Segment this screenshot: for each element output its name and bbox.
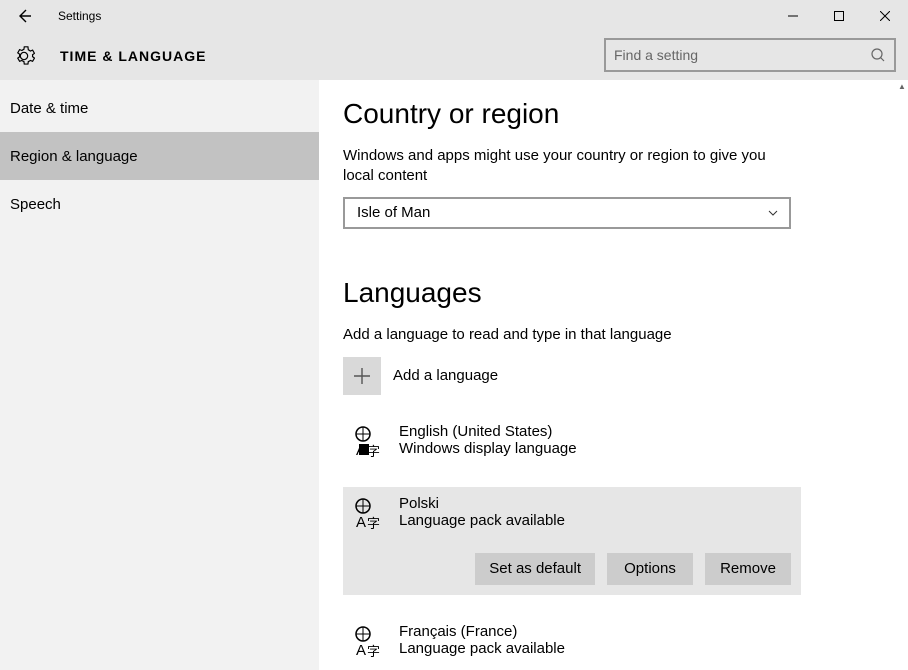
language-text: English (United States) Windows display … <box>399 423 577 457</box>
plus-icon <box>343 357 381 395</box>
language-icon: A 字 <box>353 625 385 657</box>
search-box[interactable] <box>604 38 896 72</box>
languages-section: Languages Add a language to read and typ… <box>343 277 908 667</box>
language-item-polski[interactable]: A 字 Polski Language pack available Set a… <box>343 487 801 595</box>
minimize-button[interactable] <box>770 0 816 32</box>
options-button[interactable]: Options <box>607 553 693 585</box>
remove-button[interactable]: Remove <box>705 553 791 585</box>
language-sub: Language pack available <box>399 640 565 657</box>
back-arrow-icon <box>16 8 32 24</box>
add-language-button[interactable]: Add a language <box>343 357 908 395</box>
sidebar-item-label: Speech <box>10 196 61 213</box>
search-icon <box>870 47 886 63</box>
page-title: TIME & LANGUAGE <box>60 48 206 64</box>
svg-text:字: 字 <box>367 444 380 457</box>
scroll-up-icon: ▲ <box>896 80 908 92</box>
maximize-button[interactable] <box>816 0 862 32</box>
gear-icon <box>12 44 36 68</box>
language-name: Français (France) <box>399 623 565 640</box>
sidebar-item-region-language[interactable]: Region & language <box>0 132 319 180</box>
sidebar-item-speech[interactable]: Speech <box>0 180 319 228</box>
country-dropdown[interactable]: Isle of Man <box>343 197 791 229</box>
sidebar-item-label: Region & language <box>10 148 138 165</box>
languages-description: Add a language to read and type in that … <box>343 325 783 345</box>
language-name: English (United States) <box>399 423 577 440</box>
languages-heading: Languages <box>343 277 908 309</box>
window-title: Settings <box>58 9 101 23</box>
window-controls <box>770 0 908 32</box>
search-input[interactable] <box>614 47 870 63</box>
back-button[interactable] <box>0 0 48 32</box>
body: Date & time Region & language Speech Cou… <box>0 80 908 670</box>
language-sub: Windows display language <box>399 440 577 457</box>
sidebar-item-label: Date & time <box>10 100 88 117</box>
set-default-button[interactable]: Set as default <box>475 553 595 585</box>
svg-text:A: A <box>356 642 366 657</box>
content: Country or region Windows and apps might… <box>319 80 908 670</box>
svg-text:字: 字 <box>367 516 380 529</box>
close-icon <box>880 11 890 21</box>
region-description: Windows and apps might use your country … <box>343 146 783 187</box>
language-icon: A 字 <box>353 425 385 457</box>
sidebar-item-date-time[interactable]: Date & time <box>0 84 319 132</box>
chevron-down-icon <box>767 207 779 219</box>
language-item-english[interactable]: A 字 English (United States) Windows disp… <box>343 415 801 467</box>
language-text: Polski Language pack available <box>399 495 565 529</box>
language-item-francais[interactable]: A 字 Français (France) Language pack avai… <box>343 615 801 667</box>
language-name: Polski <box>399 495 565 512</box>
add-language-label: Add a language <box>393 367 498 384</box>
language-sub: Language pack available <box>399 512 565 529</box>
region-heading: Country or region <box>343 98 908 130</box>
svg-text:A: A <box>356 442 366 457</box>
scrollbar[interactable]: ▲ <box>896 80 908 670</box>
header: TIME & LANGUAGE <box>0 32 908 80</box>
close-button[interactable] <box>862 0 908 32</box>
country-selected: Isle of Man <box>357 204 430 221</box>
minimize-icon <box>788 11 798 21</box>
language-icon: A 字 <box>353 497 385 529</box>
language-text: Français (France) Language pack availabl… <box>399 623 565 657</box>
titlebar: Settings <box>0 0 908 32</box>
language-buttons: Set as default Options Remove <box>353 553 791 585</box>
svg-text:A: A <box>356 514 366 529</box>
maximize-icon <box>834 11 844 21</box>
svg-text:字: 字 <box>367 644 380 657</box>
sidebar: Date & time Region & language Speech <box>0 80 319 670</box>
